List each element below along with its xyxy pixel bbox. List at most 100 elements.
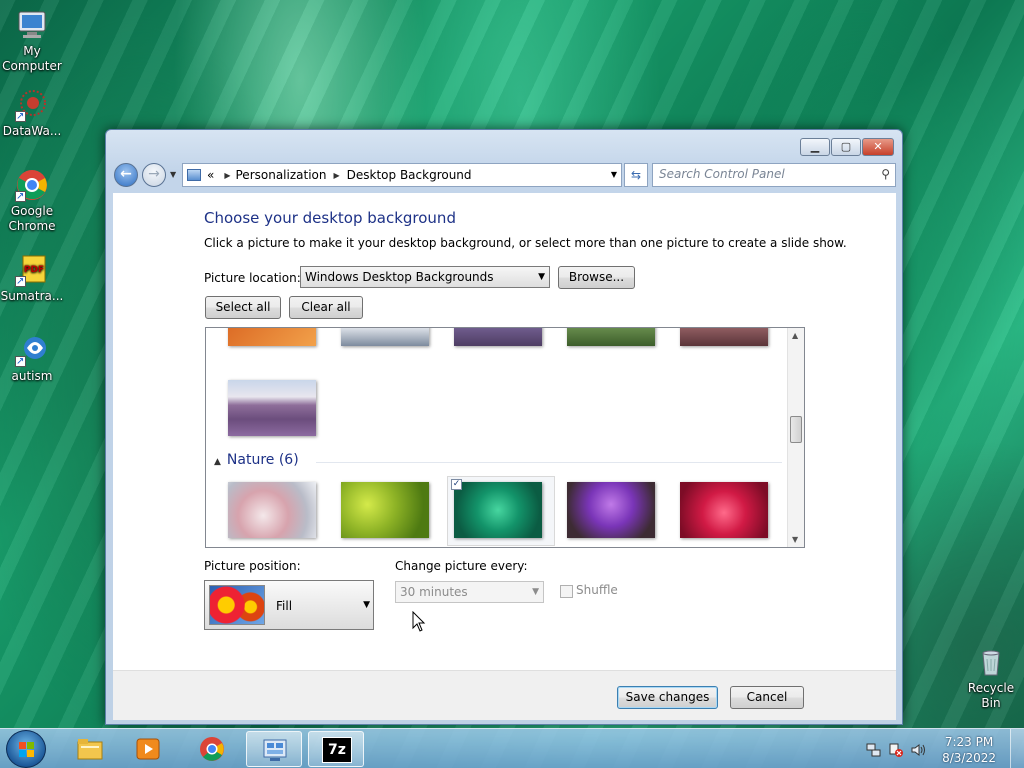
wallpaper-thumbnail[interactable] (454, 328, 542, 346)
breadcrumb-separator-icon: ▶ (224, 170, 231, 180)
wallpaper-thumbnail[interactable] (341, 482, 429, 538)
desktop-icon-recycle-bin[interactable]: Recycle Bin (958, 645, 1024, 711)
desktop-icon-sumatra[interactable]: PDF Sumatra... (0, 253, 64, 304)
taskbar-7zip[interactable]: 7z (308, 731, 364, 767)
wallpaper-thumbnail[interactable] (567, 482, 655, 538)
chevron-down-icon: ▼ (532, 587, 539, 597)
wallpaper-thumbnail[interactable] (341, 328, 429, 346)
chrome-icon (15, 168, 49, 204)
scrollbar-thumb[interactable] (790, 416, 802, 443)
picture-location-select[interactable]: Windows Desktop Backgrounds ▼ (300, 266, 550, 288)
media-player-icon (136, 738, 160, 760)
chevron-down-icon: ▼ (538, 272, 545, 282)
desktop-icon-my-computer[interactable]: My Computer (0, 8, 64, 74)
shortcut-arrow-icon (15, 274, 26, 289)
gallery-scrollbar[interactable]: ▲ ▼ (787, 328, 804, 547)
address-dropdown-icon[interactable]: ▼ (611, 170, 617, 179)
show-desktop-button[interactable] (1010, 729, 1024, 768)
browse-button[interactable]: Browse... (558, 266, 635, 289)
maximize-button[interactable]: ▢ (831, 138, 861, 156)
clock-date: 8/3/2022 (942, 751, 996, 765)
minimize-button[interactable]: ▁ (800, 138, 830, 156)
desktop-icon-autism[interactable]: autism (0, 333, 64, 384)
action-center-icon[interactable] (888, 742, 904, 758)
picture-position-select[interactable]: Fill ▼ (204, 580, 374, 630)
pdf-icon: PDF (15, 253, 49, 289)
search-icon[interactable]: ⚲ (881, 167, 890, 181)
content-pane: Choose your desktop background Click a p… (113, 193, 896, 720)
desktop-icon-label: Chrome (8, 219, 56, 233)
page-title: Choose your desktop background (204, 209, 456, 227)
refresh-button[interactable]: ⇆ (624, 163, 648, 187)
desktop-icon-label: Sumatra... (0, 289, 64, 303)
windows-logo-icon (19, 742, 35, 758)
group-header-nature[interactable]: ▲ Nature (6) (214, 452, 299, 468)
picture-location-value: Windows Desktop Backgrounds (305, 270, 494, 284)
change-interval-value: 30 minutes (400, 585, 468, 599)
desktop-icon-label: Computer (2, 59, 62, 73)
desktop-icon-datawa[interactable]: DataWa... (0, 88, 64, 139)
footer-bar: Save changes Cancel (113, 670, 896, 720)
wallpaper-thumbnail[interactable] (228, 482, 316, 538)
taskbar-explorer[interactable] (62, 731, 118, 767)
wallpaper-thumbnail[interactable] (228, 380, 316, 436)
shuffle-label: Shuffle (576, 583, 618, 597)
folder-icon (77, 739, 103, 760)
breadcrumb-separator-icon: ▶ (333, 170, 340, 180)
mouse-cursor-icon (412, 611, 426, 632)
system-tray: 7:23 PM 8/3/2022 (854, 729, 1024, 768)
forward-button[interactable]: → (142, 163, 166, 187)
desktop-background-window: ▁ ▢ ✕ ← → ▼ « ▶ Personalization ▶ Deskto… (105, 129, 903, 725)
clear-all-button[interactable]: Clear all (289, 296, 363, 319)
autism-app-icon (15, 333, 49, 369)
network-icon[interactable] (866, 742, 882, 758)
datawa-icon (15, 88, 49, 124)
taskbar-chrome[interactable] (184, 731, 240, 767)
desktop-icon-label: My (23, 44, 41, 58)
picture-position-value: Fill (276, 599, 293, 613)
address-bar[interactable]: « ▶ Personalization ▶ Desktop Background… (182, 163, 622, 187)
start-button[interactable] (6, 730, 46, 768)
search-input[interactable]: Search Control Panel ⚲ (652, 163, 896, 187)
address-overflow-chevrons[interactable]: « (207, 168, 214, 182)
collapse-triangle-icon[interactable]: ▲ (214, 457, 221, 467)
clock-time: 7:23 PM (944, 735, 994, 749)
desktop-icon-google-chrome[interactable]: Google Chrome (0, 168, 64, 234)
volume-icon[interactable] (910, 742, 926, 758)
change-interval-select[interactable]: 30 minutes ▼ (395, 581, 544, 603)
computer-icon (15, 8, 49, 42)
scroll-down-icon[interactable]: ▼ (792, 535, 798, 544)
desktop-icon-label: Google (10, 204, 54, 218)
shortcut-arrow-icon (15, 189, 26, 204)
wallpaper-thumbnail[interactable] (567, 328, 655, 346)
wallpaper-thumbnail[interactable] (228, 328, 316, 346)
control-panel-icon (187, 169, 201, 181)
search-placeholder: Search Control Panel (659, 167, 785, 181)
wallpaper-thumbnail-selected[interactable] (454, 482, 542, 538)
change-picture-every-label: Change picture every: (395, 559, 528, 573)
recent-pages-dropdown[interactable]: ▼ (170, 170, 176, 179)
desktop-icon-label: Recycle Bin (967, 681, 1015, 710)
close-button[interactable]: ✕ (862, 138, 894, 156)
clock[interactable]: 7:23 PM 8/3/2022 (942, 734, 996, 766)
desktop-icon-label: DataWa... (2, 124, 62, 138)
position-preview-image (209, 585, 265, 625)
desktop-icon-label: autism (11, 369, 53, 383)
cancel-button[interactable]: Cancel (730, 686, 804, 709)
breadcrumb-personalization[interactable]: Personalization (236, 168, 327, 182)
navigation-bar: ← → ▼ « ▶ Personalization ▶ Desktop Back… (114, 162, 896, 190)
taskbar-media-player[interactable] (120, 731, 176, 767)
scroll-up-icon[interactable]: ▲ (792, 331, 798, 340)
page-description: Click a picture to make it your desktop … (204, 236, 847, 250)
taskbar-control-panel[interactable] (246, 731, 302, 767)
wallpaper-thumbnail[interactable] (680, 482, 768, 538)
window-controls: ▁ ▢ ✕ (800, 138, 894, 156)
wallpaper-thumbnail[interactable] (680, 328, 768, 346)
shuffle-checkbox[interactable] (560, 585, 573, 598)
save-changes-button[interactable]: Save changes (617, 686, 718, 709)
select-all-button[interactable]: Select all (205, 296, 281, 319)
selected-checkbox[interactable]: ✓ (451, 479, 462, 490)
back-button[interactable]: ← (114, 163, 138, 187)
breadcrumb-desktop-background[interactable]: Desktop Background (347, 168, 472, 182)
group-name: Nature (6) (226, 452, 299, 468)
